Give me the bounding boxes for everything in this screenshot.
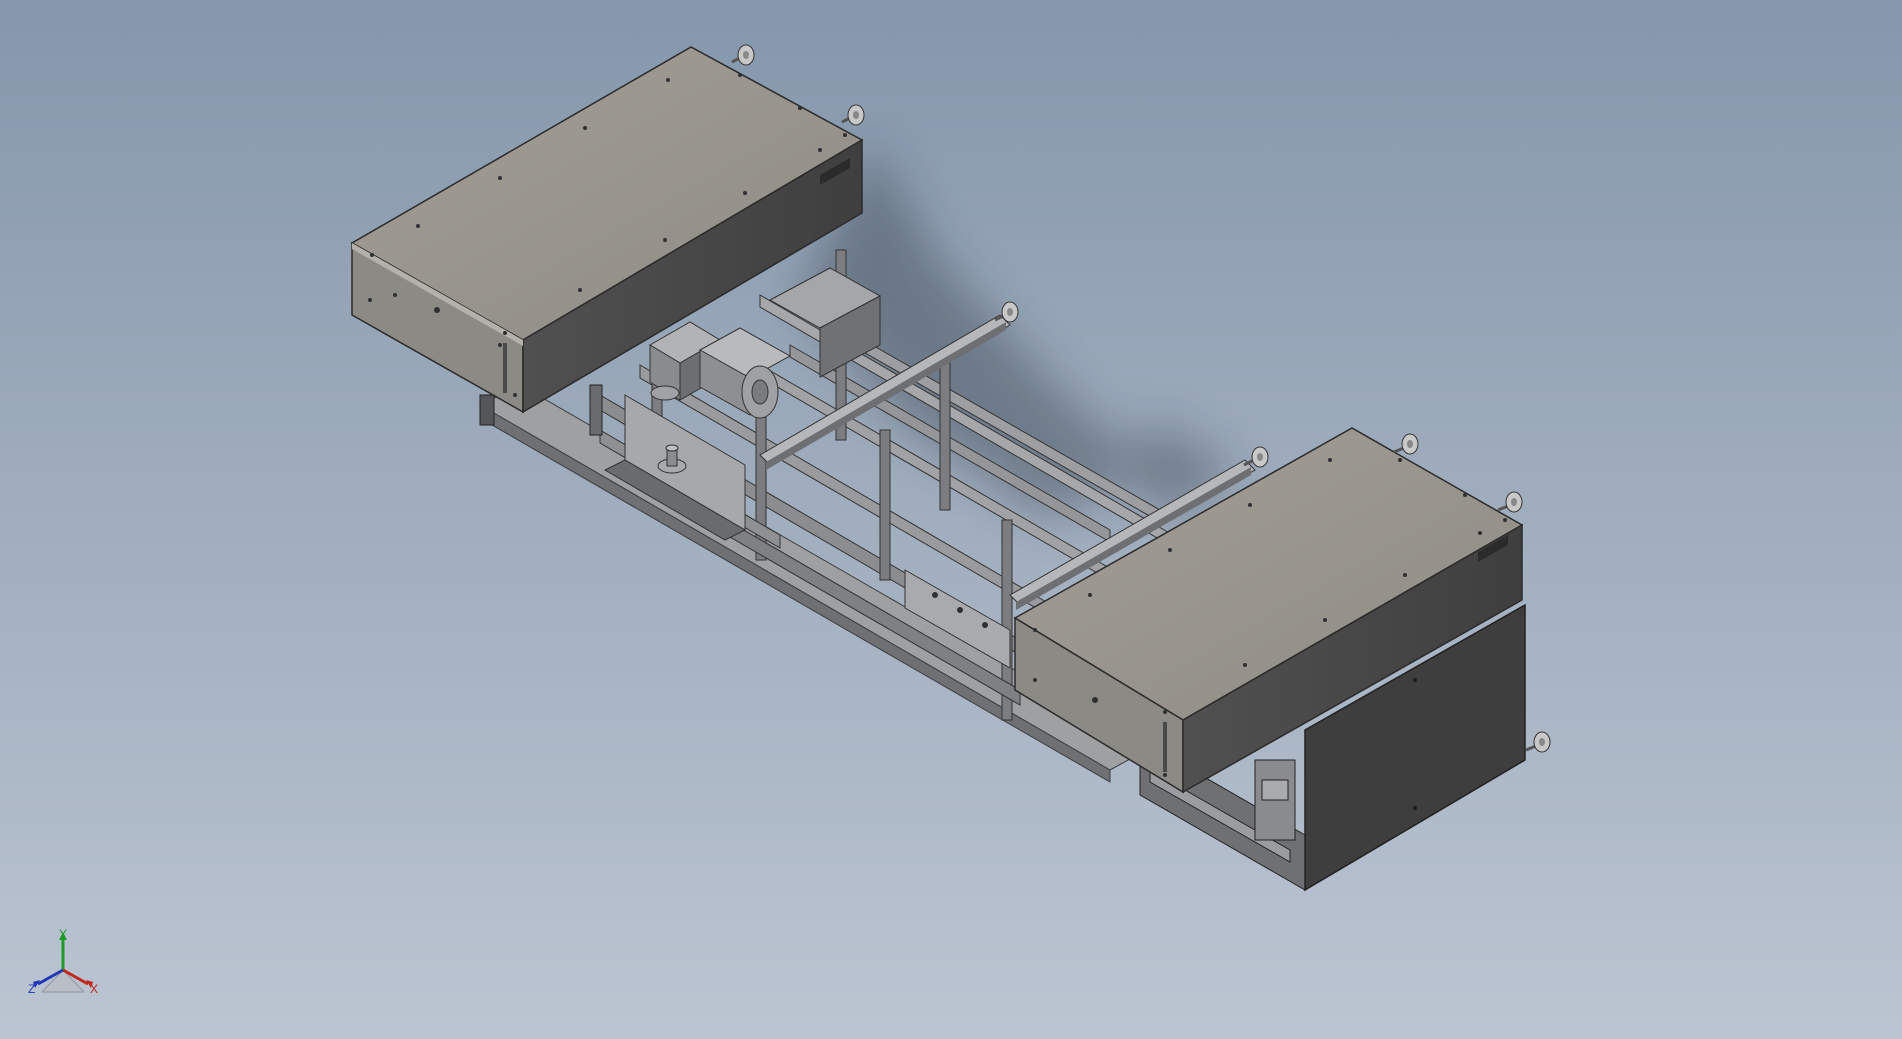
leveling-foot [994,301,1019,323]
leveling-foot [1243,446,1269,468]
z-axis-label: Z [28,982,36,996]
y-axis-label: Y [59,927,68,941]
assembly-model[interactable] [0,0,1902,1039]
leveling-foot [841,104,865,126]
cad-viewport[interactable]: Y X Z [0,0,1902,1039]
leveling-foot [1393,433,1419,455]
leveling-foot [731,44,755,66]
leveling-foot [1497,491,1523,513]
x-axis-label: X [90,982,99,996]
left-enclosure[interactable] [350,44,865,436]
leveling-foot [1525,731,1551,753]
